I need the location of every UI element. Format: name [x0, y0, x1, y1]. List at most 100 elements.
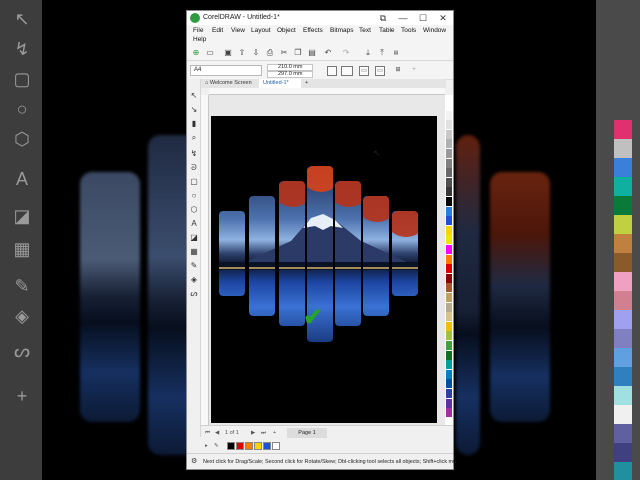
menu-view[interactable]: View [231, 26, 245, 35]
menu-bitmaps[interactable]: Bitmaps [330, 26, 353, 35]
smart-fill-icon[interactable]: ᔕ [189, 289, 199, 299]
palette-swatch[interactable] [446, 110, 452, 120]
document-palette-swatch[interactable] [227, 442, 235, 450]
copy-icon[interactable]: ❐ [293, 48, 303, 58]
text-tool-icon[interactable]: A [189, 219, 199, 229]
palette-swatch[interactable] [446, 254, 452, 264]
palette-swatch[interactable] [446, 216, 452, 226]
tab-untitled[interactable]: Untitled-1* [259, 79, 301, 88]
menu-help[interactable]: Help [193, 35, 206, 44]
page-1-tab[interactable]: Page 1 [287, 428, 327, 438]
all-pages-icon[interactable]: ▭ [359, 66, 369, 76]
palette-swatch[interactable] [446, 302, 452, 312]
add-option-icon[interactable]: + [409, 66, 419, 76]
prev-page-button[interactable]: ◀ [215, 428, 219, 438]
settings-icon[interactable]: ⚙ [191, 458, 199, 466]
menu-edit[interactable]: Edit [212, 26, 223, 35]
cut-icon[interactable]: ✂ [279, 48, 289, 58]
palette-swatch[interactable] [446, 197, 452, 206]
shadow-tool-icon[interactable]: ◪ [189, 233, 199, 243]
palette-swatch[interactable] [446, 350, 452, 360]
polygon-tool-icon[interactable]: ⬡ [189, 205, 199, 215]
menu-table[interactable]: Table [379, 26, 395, 35]
current-page-icon[interactable]: ▭ [375, 66, 385, 76]
cloud-download-icon[interactable]: ⇩ [251, 48, 261, 58]
palette-swatch[interactable] [446, 408, 452, 418]
palette-swatch[interactable] [446, 312, 452, 322]
last-page-button[interactable]: ⏭ [261, 428, 266, 438]
pdf-export-icon[interactable]: ▤ [391, 48, 401, 58]
palette-swatch[interactable] [446, 369, 452, 379]
next-page-button[interactable]: ▶ [251, 428, 255, 438]
menu-object[interactable]: Object [277, 26, 296, 35]
palette-expand-icon[interactable]: ▸ [205, 441, 208, 451]
paste-icon[interactable]: ▤ [307, 48, 317, 58]
menu-text[interactable]: Text [359, 26, 371, 35]
landscape-icon[interactable] [341, 66, 353, 76]
page-height-field[interactable]: 297.0 mm [267, 71, 313, 78]
export-icon[interactable]: ⤒ [377, 48, 387, 58]
units-icon[interactable]: ⊞ [393, 66, 403, 76]
palette-swatch[interactable] [446, 398, 452, 408]
redo-icon[interactable]: ↷ [341, 48, 351, 58]
freehand-tool-icon[interactable]: ↯ [189, 149, 199, 159]
menu-effects[interactable]: Effects [303, 26, 323, 35]
new-tab-button[interactable]: + [303, 79, 313, 88]
rectangle-tool-icon[interactable]: ▢ [189, 177, 199, 187]
page-size-select[interactable]: A4 [190, 65, 262, 76]
palette-swatch[interactable] [446, 321, 452, 331]
palette-swatch[interactable] [446, 389, 452, 398]
palette-swatch[interactable] [446, 206, 452, 216]
open-icon[interactable]: ▭ [205, 48, 215, 58]
ellipse-tool-icon[interactable]: ○ [189, 191, 199, 201]
cloud-upload-icon[interactable]: ⇧ [237, 48, 247, 58]
portrait-icon[interactable] [327, 66, 337, 76]
palette-swatch[interactable] [446, 187, 452, 197]
palette-swatch[interactable] [446, 129, 452, 139]
palette-swatch[interactable] [446, 158, 452, 168]
new-document-icon[interactable]: ⊕ [191, 48, 201, 58]
page-width-field[interactable]: 210.0 mm [267, 64, 313, 71]
first-page-button[interactable]: ⏮ [205, 428, 210, 438]
transparency-tool-icon[interactable]: ▦ [189, 247, 199, 257]
interactive-fill-icon[interactable]: ◈ [189, 275, 199, 285]
palette-swatch[interactable] [446, 264, 452, 274]
pick-tool-icon[interactable]: ↖ [189, 91, 199, 101]
close-button[interactable]: ✕ [433, 11, 453, 25]
palette-swatch[interactable] [446, 331, 452, 341]
palette-swatch[interactable] [446, 379, 452, 389]
palette-swatch[interactable] [446, 341, 452, 350]
eyedropper-tool-icon[interactable]: ✎ [189, 261, 199, 271]
palette-swatch[interactable] [446, 235, 452, 245]
palette-swatch[interactable] [446, 139, 452, 149]
document-palette-swatch[interactable] [263, 442, 271, 450]
minimize-button[interactable]: — [393, 11, 413, 25]
shape-tool-icon[interactable]: ↘ [189, 105, 199, 115]
artistic-media-icon[interactable]: ᘐ [189, 163, 199, 173]
document-palette-swatch[interactable] [272, 442, 280, 450]
palette-swatch[interactable] [446, 273, 452, 283]
menu-layout[interactable]: Layout [251, 26, 271, 35]
palette-swatch[interactable] [446, 225, 452, 235]
restore-user-icon[interactable]: ⧉ [373, 11, 393, 25]
palette-swatch[interactable] [446, 293, 452, 302]
palette-swatch[interactable] [446, 245, 452, 254]
tab-welcome-screen[interactable]: ⌂ Welcome Screen [201, 79, 257, 88]
menu-window[interactable]: Window [423, 26, 446, 35]
print-icon[interactable]: ⎙ [265, 48, 275, 58]
eyedropper-icon[interactable]: ✎ [214, 441, 219, 451]
save-icon[interactable]: ▣ [223, 48, 233, 58]
palette-swatch[interactable] [446, 177, 452, 187]
add-page-button[interactable]: + [273, 428, 276, 438]
palette-swatch[interactable] [446, 120, 452, 130]
document-palette-swatch[interactable] [245, 442, 253, 450]
undo-icon[interactable]: ↶ [323, 48, 333, 58]
document-palette-swatch[interactable] [254, 442, 262, 450]
photo-strips-artwork[interactable] [211, 116, 437, 423]
palette-swatch[interactable] [446, 149, 452, 158]
maximize-button[interactable]: ☐ [413, 11, 433, 25]
palette-swatch[interactable] [446, 360, 452, 370]
menu-tools[interactable]: Tools [401, 26, 416, 35]
crop-tool-icon[interactable]: ▮ [189, 119, 199, 129]
palette-swatch[interactable] [446, 168, 452, 178]
